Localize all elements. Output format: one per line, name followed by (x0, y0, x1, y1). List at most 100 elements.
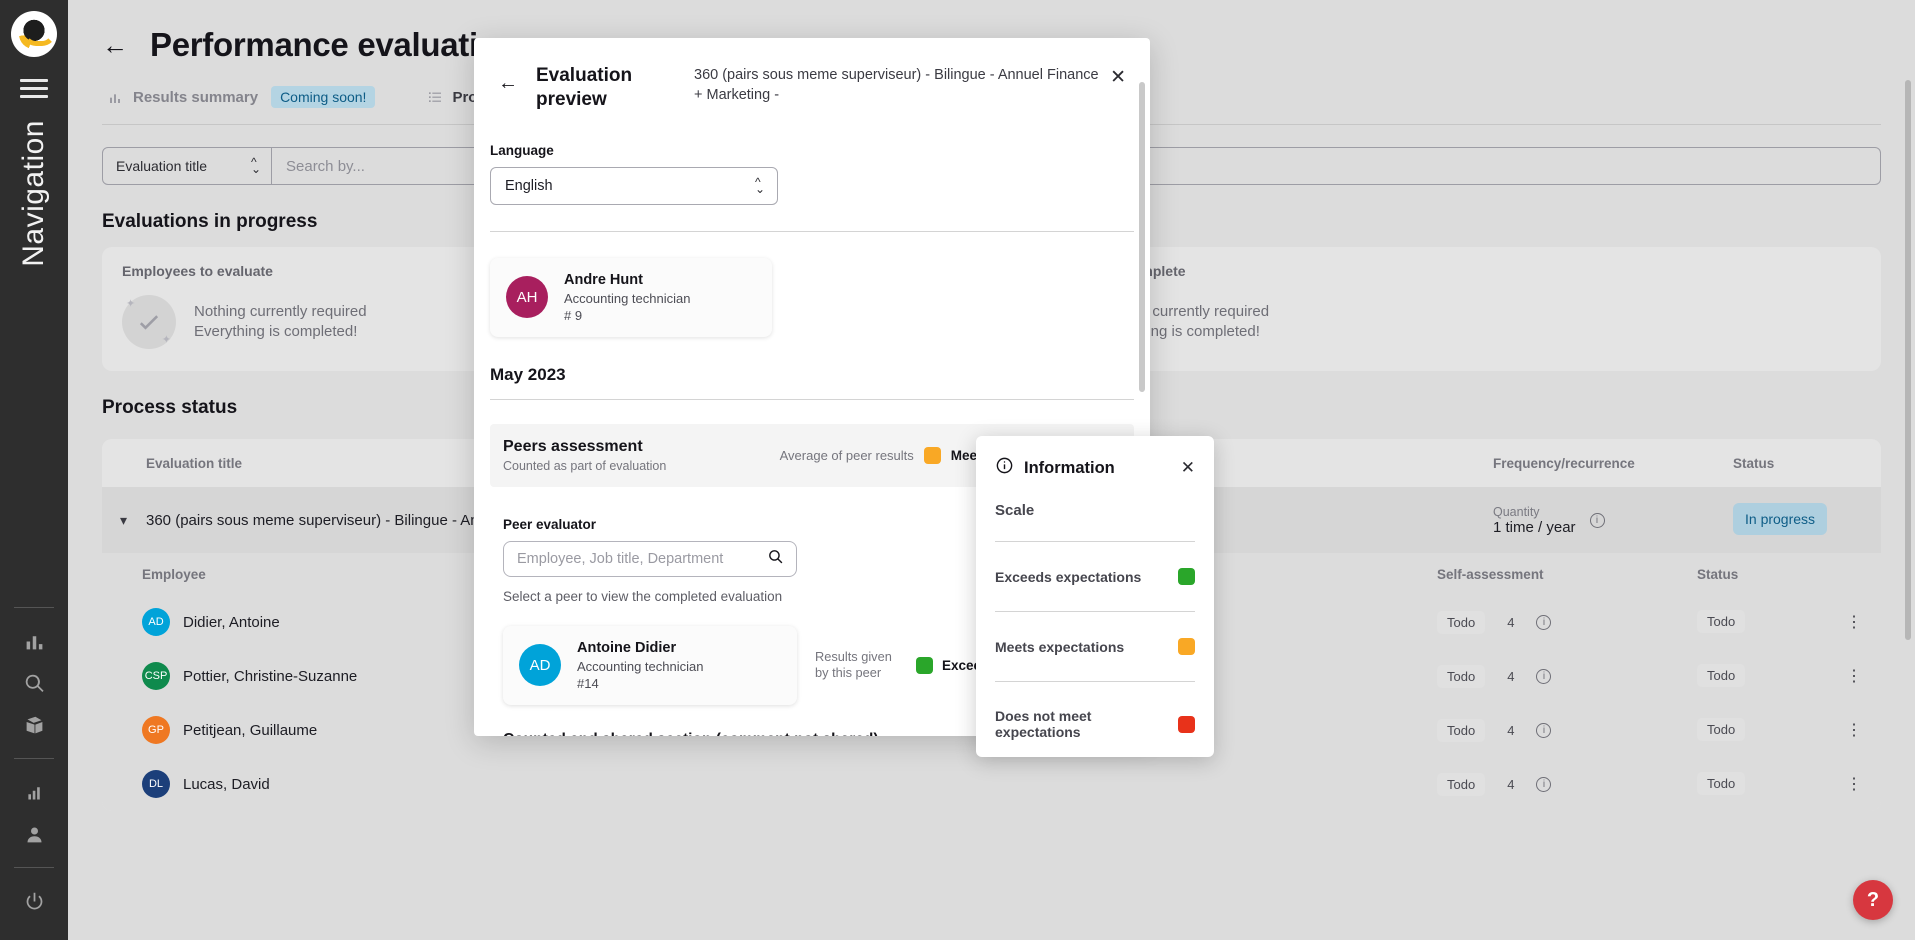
nav-divider (14, 607, 54, 608)
avatar: GP (142, 716, 170, 744)
page-title: Performance evaluation (150, 26, 518, 64)
page-scrollbar[interactable] (1905, 80, 1911, 640)
self-assessment-value: 4 (1497, 719, 1524, 742)
scale-item-swatch (1178, 638, 1195, 655)
self-assessment-badge: Todo (1437, 611, 1485, 634)
close-icon[interactable]: ✕ (1110, 66, 1126, 89)
self-assessment-cell: Todo 4 i (1437, 773, 1697, 796)
peer-evaluator-search-input[interactable]: Employee, Job title, Department (503, 541, 797, 577)
scale-item-swatch (1178, 568, 1195, 585)
avatar: CSP (142, 662, 170, 690)
scale-heading: Scale (995, 502, 1195, 519)
empty-line-2: Everything is completed! (194, 322, 367, 342)
filter-field-value: Evaluation title (116, 158, 207, 174)
avatar: AH (506, 276, 548, 318)
search-icon[interactable] (767, 548, 784, 569)
information-popover: Information ✕ Scale Exceeds expectations… (976, 436, 1214, 757)
employee-name: Didier, Antoine (183, 614, 280, 631)
peer-result-swatch (916, 657, 933, 674)
info-icon[interactable]: i (1536, 669, 1551, 684)
status-badge: Todo (1697, 610, 1745, 633)
cv-search-icon[interactable] (17, 666, 51, 700)
avatar: AD (142, 608, 170, 636)
scale-item-label: Does not meet expectations (995, 708, 1178, 740)
language-value: English (505, 178, 553, 194)
info-circle-icon (995, 456, 1014, 480)
self-assessment-value: 4 (1497, 611, 1524, 634)
self-assessment-badge: Todo (1437, 773, 1485, 796)
filter-field-select[interactable]: Evaluation title ^⌄ (102, 147, 272, 185)
scale-item-does-not-meet: Does not meet expectations (995, 708, 1195, 740)
scale-item-swatch (1178, 716, 1195, 733)
status-badge: Todo (1697, 664, 1745, 687)
power-icon[interactable] (17, 884, 51, 918)
status-cell: Todo (1697, 775, 1827, 793)
scale-divider (995, 681, 1195, 682)
chart-bar-icon[interactable] (17, 624, 51, 658)
employee-name: Andre Hunt (564, 272, 690, 288)
period-heading: May 2023 (490, 365, 1150, 385)
expand-chevron-icon[interactable]: ▾ (120, 512, 146, 529)
help-button[interactable]: ? (1853, 880, 1893, 920)
tab-results-summary[interactable]: Results summary Coming soon! (108, 86, 375, 108)
peer-id: #14 (577, 676, 703, 691)
self-assessment-cell: Todo 4 i (1437, 611, 1697, 634)
info-icon[interactable]: i (1536, 615, 1551, 630)
employee-id: # 9 (564, 308, 690, 323)
peers-assessment-titles: Peers assessment Counted as part of eval… (503, 438, 666, 473)
row-menu-button[interactable]: ⋮ (1827, 612, 1863, 632)
scale-divider (995, 541, 1195, 542)
self-assessment-value: 4 (1497, 773, 1524, 796)
section-title: Peers assessment (503, 438, 666, 456)
chart-hand-icon[interactable] (17, 775, 51, 809)
row-menu-button[interactable]: ⋮ (1827, 720, 1863, 740)
col-frequency: Frequency/recurrence (1493, 456, 1733, 471)
qty-value: 1 time / year (1493, 519, 1576, 536)
nav-bottom-group (0, 595, 68, 940)
menu-toggle-button[interactable] (20, 79, 48, 98)
scale-item-label: Exceeds expectations (995, 569, 1141, 585)
evaluated-employee-card[interactable]: AH Andre Hunt Accounting technician # 9 (490, 258, 772, 337)
page-back-button[interactable]: ← (102, 32, 128, 58)
employee-name: Pottier, Christine-Suzanne (183, 668, 357, 685)
language-label: Language (490, 143, 1150, 158)
avatar: AD (519, 644, 561, 686)
modal-scrollbar[interactable] (1139, 82, 1145, 392)
section-subtitle: Counted as part of evaluation (503, 459, 666, 473)
col-self-assessment: Self-assessment (1437, 567, 1697, 582)
language-select[interactable]: English ^⌄ (490, 167, 778, 205)
coming-soon-badge: Coming soon! (271, 86, 375, 108)
info-icon[interactable]: i (1536, 777, 1551, 792)
tab-results-summary-label: Results summary (133, 89, 258, 106)
row-menu-button[interactable]: ⋮ (1827, 774, 1863, 794)
status-cell: Todo (1697, 613, 1827, 631)
search-placeholder: Search by... (286, 158, 365, 175)
row-frequency: Quantity 1 time / year i (1493, 505, 1733, 536)
empty-line-1: Nothing currently required (194, 302, 367, 322)
logo-glyph (19, 19, 49, 49)
status-cell: Todo (1697, 721, 1827, 739)
row-status: In progress (1733, 511, 1863, 529)
table-row[interactable]: DL Lucas, David Todo 4 i Todo ⋮ (102, 757, 1881, 811)
row-menu-button[interactable]: ⋮ (1827, 666, 1863, 686)
company-logo[interactable] (11, 11, 57, 57)
info-icon[interactable]: i (1536, 723, 1551, 738)
peer-role: Accounting technician (577, 659, 703, 674)
book-icon[interactable] (17, 708, 51, 742)
empty-text: Nothing currently required Everything is… (194, 302, 367, 343)
average-note: Average of peer results (780, 448, 914, 463)
selected-peer-card[interactable]: AD Antoine Didier Accounting technician … (503, 626, 797, 705)
peer-meta: Antoine Didier Accounting technician #14 (577, 640, 703, 691)
counted-section-title: Counted and shared section (comment not … (503, 731, 879, 736)
info-icon[interactable]: i (1590, 513, 1605, 528)
modal-subtitle: 360 (pairs sous meme superviseur) - Bili… (694, 66, 1110, 105)
counted-section-titles: Counted and shared section (comment not … (503, 731, 879, 736)
user-icon[interactable] (17, 817, 51, 851)
modal-back-button[interactable]: ← (498, 72, 518, 95)
status-cell: Todo (1697, 667, 1827, 685)
peer-name: Antoine Didier (577, 640, 703, 656)
close-icon[interactable]: ✕ (1181, 458, 1195, 478)
modal-header: ← Evaluation preview 360 (pairs sous mem… (474, 38, 1150, 113)
employee-name: Petitjean, Guillaume (183, 722, 317, 739)
peer-search-placeholder: Employee, Job title, Department (517, 551, 723, 567)
